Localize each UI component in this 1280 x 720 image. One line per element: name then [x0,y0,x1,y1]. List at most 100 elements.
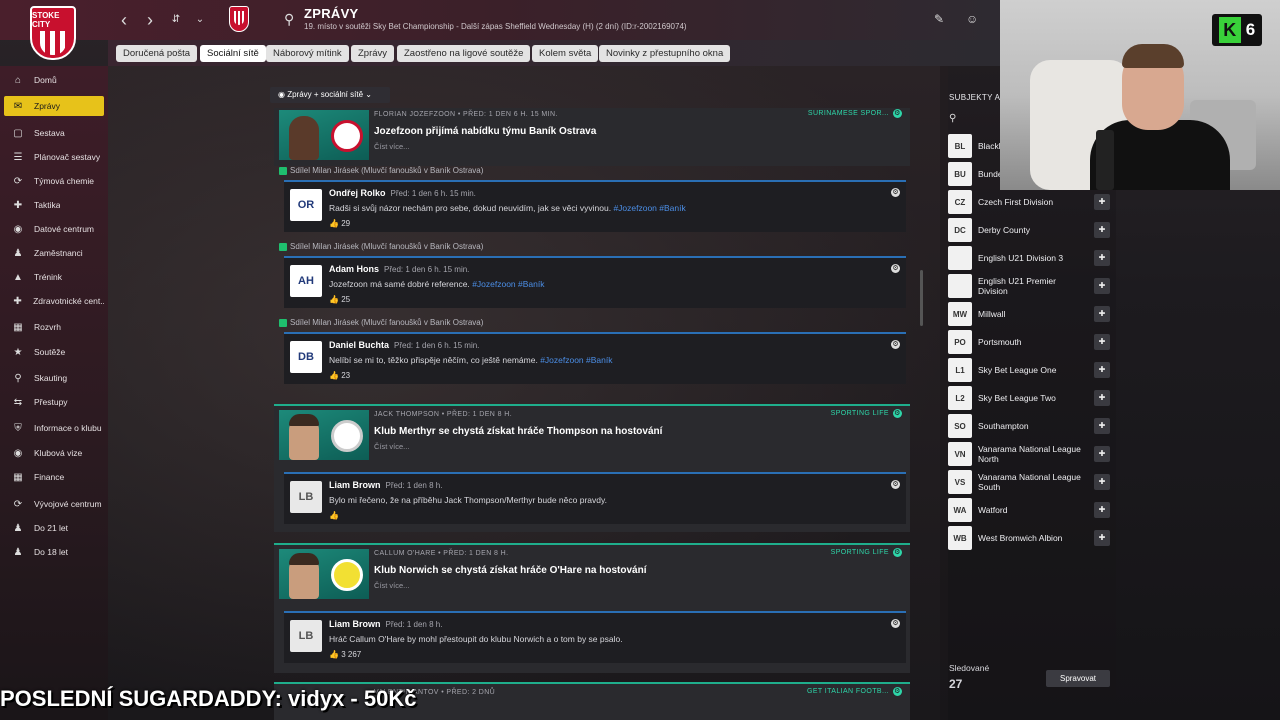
subject-item[interactable]: L2 Sky Bet League Two ✚ [948,385,1110,411]
back-arrow-icon[interactable]: ‹ [114,8,134,32]
follow-icon[interactable]: ✚ [1094,306,1110,322]
post-likes[interactable]: 👍 23 [329,371,350,380]
gear-icon[interactable]: ⚙ [891,340,900,349]
gear-icon[interactable]: ⚙ [891,188,900,197]
tab-recruitment[interactable]: Náborový mítink [266,45,349,62]
news-headline[interactable]: Klub Merthyr se chystá získat hráče Thom… [374,426,662,437]
gear-icon[interactable]: ⚙ [891,480,900,489]
follow-icon[interactable]: ✚ [1094,530,1110,546]
feed-filter-dropdown[interactable]: ◉ Zprávy + sociální sítě ⌄ [270,87,390,103]
post-likes[interactable]: 👍 29 [329,219,350,228]
gear-icon[interactable]: ⚙ [891,264,900,273]
manage-button[interactable]: Spravovat [1046,670,1110,687]
follow-icon[interactable]: ✚ [1094,334,1110,350]
social-post[interactable]: LB Liam Brown Před: 1 den 8 h. Hráč Callu… [284,611,906,663]
sidebar-item-squad-planner[interactable]: ☰ Plánovač sestavy [4,147,104,167]
follow-icon[interactable]: ✚ [1094,474,1110,490]
read-more-link[interactable]: Číst více... [374,581,409,590]
club-crest[interactable]: STOKE CITY [30,6,76,60]
subject-item[interactable]: English U21 Premier Division ✚ [948,273,1110,299]
sidebar-item-transfers[interactable]: ⇆ Přestupy [4,392,104,412]
feed-scrollbar[interactable] [920,270,923,326]
forward-arrow-icon[interactable]: › [140,8,160,32]
subject-item[interactable]: English U21 Division 3 ✚ [948,245,1110,271]
follow-icon[interactable]: ✚ [1094,250,1110,266]
news-feed[interactable]: FLORIAN JOZEFZOON • PŘED: 1 DEN 6 H. 15 … [274,108,910,720]
tab-inbox[interactable]: Doručená pošta [116,45,198,62]
sidebar-item-competitions[interactable]: ★ Soutěže [4,342,104,362]
tab-around-world[interactable]: Kolem světa [532,45,599,62]
sidebar-item-medical[interactable]: ✚ Zdravotnické cent... [4,291,104,311]
news-source[interactable]: SPORTING LIFE ⚙ [831,409,902,418]
sidebar-item-tactics[interactable]: ✚ Taktika [4,195,104,215]
follow-icon[interactable]: ✚ [1094,362,1110,378]
news-item[interactable]: FLORIAN JOZEFZOON • PŘED: 1 DEN 6 H. 15 … [274,108,910,166]
follow-icon[interactable]: ✚ [1094,390,1110,406]
sidebar-item-u21[interactable]: ♟ Do 21 let [4,518,104,538]
hashtags[interactable]: #Jozefzoon #Baník [613,203,685,213]
post-likes[interactable]: 👍 [329,511,339,520]
follow-icon[interactable]: ✚ [1094,194,1110,210]
post-text: Nelíbí se mi to, těžko přispěje něčím, c… [329,355,613,365]
post-likes[interactable]: 👍 3 267 [329,650,361,659]
sidebar-item-development[interactable]: ⟳ Vývojové centrum [4,494,104,514]
sidebar-item-data-hub[interactable]: ◉ Datové centrum [4,219,104,239]
up-down-icon[interactable]: ⇵ [166,8,186,32]
subject-item[interactable]: PO Portsmouth ✚ [948,329,1110,355]
social-post[interactable]: AH Adam Hons Před: 1 den 6 h. 15 min. Joz… [284,256,906,308]
subject-item[interactable]: DC Derby County ✚ [948,217,1110,243]
sidebar-item-club-vision[interactable]: ◉ Klubová vize [4,443,104,463]
u18-icon: ♟ [13,546,23,558]
chevron-down-icon[interactable]: ⌄ [190,8,210,32]
hashtags[interactable]: #Jozefzoon #Baník [472,279,544,289]
post-likes[interactable]: 👍 25 [329,295,350,304]
sidebar-item-club-info[interactable]: ⛨ Informace o klubu [4,418,104,438]
news-headline[interactable]: Klub Norwich se chystá získat hráče O'Ha… [374,565,646,576]
subject-item[interactable]: MW Millwall ✚ [948,301,1110,327]
subject-item[interactable]: SO Southampton ✚ [948,413,1110,439]
sidebar-item-training[interactable]: ▲ Trénink [4,267,104,287]
sidebar-item-chemistry[interactable]: ⟳ Týmová chemie [4,171,104,191]
social-post[interactable]: LB Liam Brown Před: 1 den 8 h. Bylo mi ře… [284,472,906,524]
subject-item[interactable]: WA Watford ✚ [948,497,1110,523]
sidebar-item-squad[interactable]: ▢ Sestava [4,123,104,143]
social-post[interactable]: DB Daniel Buchta Před: 1 den 6 h. 15 min.… [284,332,906,384]
news-source[interactable]: SURINAMESE SPOR... ⚙ [808,109,902,118]
subject-item[interactable]: VN Vanarama National League North ✚ [948,441,1110,467]
follow-icon[interactable]: ✚ [1094,278,1110,294]
search-icon[interactable]: ⚲ [949,113,956,124]
subject-item[interactable]: L1 Sky Bet League One ✚ [948,357,1110,383]
social-post[interactable]: OR Ondřej Rolko Před: 1 den 6 h. 15 min. … [284,180,906,232]
search-icon[interactable]: ⚲ [284,11,298,27]
follow-icon[interactable]: ✚ [1094,446,1110,462]
sidebar-item-news[interactable]: ✉ Zprávy [4,96,104,116]
follow-icon[interactable]: ✚ [1094,502,1110,518]
read-more-link[interactable]: Číst více... [374,142,409,151]
sidebar-item-scouting[interactable]: ⚲ Skauting [4,368,104,388]
tab-transfer-news[interactable]: Novinky z přestupního okna [599,45,731,62]
tab-league-focus[interactable]: Zaostřeno na ligové soutěže [397,45,531,62]
tab-social[interactable]: Sociální sítě [200,45,266,62]
sidebar-item-staff[interactable]: ♟ Zaměstnanci [4,243,104,263]
subject-item[interactable]: VS Vanarama National League South ✚ [948,469,1110,495]
edit-icon[interactable]: ✎ [934,12,944,26]
sidebar-item-u18[interactable]: ♟ Do 18 let [4,542,104,562]
subject-logo-icon: L1 [948,358,972,382]
player-icon[interactable]: ☺ [966,12,978,26]
subject-item[interactable]: WB West Bromwich Albion ✚ [948,525,1110,551]
post-author: Liam Brown Před: 1 den 8 h. [329,480,443,490]
hashtags[interactable]: #Jozefzoon #Baník [540,355,612,365]
follow-icon[interactable]: ✚ [1094,418,1110,434]
subject-item[interactable]: CZ Czech First Division ✚ [948,189,1110,215]
sidebar-item-home[interactable]: ⌂ Domů [4,70,104,90]
news-source[interactable]: GET ITALIAN FOOTB... ⚙ [807,687,902,696]
news-headline[interactable]: Jozefzoon přijímá nabídku týmu Baník Ost… [374,126,596,137]
news-source[interactable]: SPORTING LIFE ⚙ [831,548,902,557]
gear-icon[interactable]: ⚙ [891,619,900,628]
tab-news[interactable]: Zprávy [351,45,395,62]
sidebar-item-finance[interactable]: ▦ Finance [4,467,104,487]
club-badge-icon[interactable] [229,6,249,32]
follow-icon[interactable]: ✚ [1094,222,1110,238]
sidebar-item-schedule[interactable]: ▦ Rozvrh [4,317,104,337]
read-more-link[interactable]: Číst více... [374,442,409,451]
